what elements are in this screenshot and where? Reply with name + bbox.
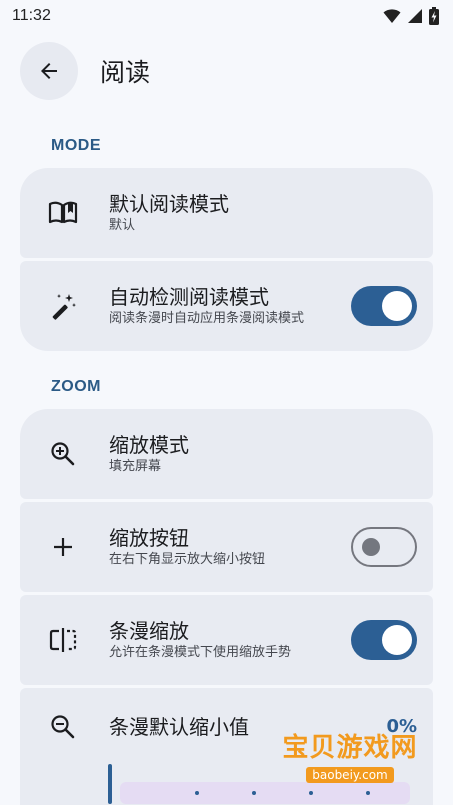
- back-button[interactable]: [20, 42, 78, 100]
- setting-texts: 缩放模式 填充屏幕: [109, 432, 189, 476]
- setting-subtitle: 默认: [109, 218, 136, 233]
- setting-subtitle: 填充屏幕: [109, 459, 162, 474]
- plus-icon: [46, 530, 80, 564]
- setting-subtitle: 在右下角显示放大缩小按钮: [109, 552, 266, 567]
- setting-title: 缩放模式: [109, 433, 189, 457]
- slider-tick: [195, 791, 199, 795]
- slider-tick: [252, 791, 256, 795]
- setting-texts: 默认阅读模式 默认: [109, 191, 229, 235]
- setting-title: 条漫缩放: [109, 619, 189, 643]
- zoom-buttons-toggle[interactable]: [351, 527, 417, 567]
- wifi-icon: [383, 9, 401, 23]
- webtoon-zoom-toggle[interactable]: [351, 620, 417, 660]
- setting-zoom-buttons[interactable]: 缩放按钮 在右下角显示放大缩小按钮: [20, 502, 433, 592]
- split-view-icon: [46, 623, 80, 657]
- setting-texts: 自动检测阅读模式 阅读条漫时自动应用条漫阅读模式: [109, 284, 304, 328]
- setting-title: 自动检测阅读模式: [109, 285, 269, 309]
- setting-title: 条漫默认缩小值: [109, 715, 249, 739]
- book-open-icon: [46, 196, 80, 230]
- toggle-knob: [382, 291, 412, 321]
- status-bar: 11:32: [0, 0, 453, 32]
- signal-icon: [408, 9, 422, 23]
- zoom-out-icon: [46, 710, 80, 744]
- zoom-slider[interactable]: [108, 764, 433, 804]
- arrow-back-icon: [41, 63, 57, 79]
- toggle-knob: [382, 625, 412, 655]
- auto-detect-toggle[interactable]: [351, 286, 417, 326]
- setting-default-reading-mode[interactable]: 默认阅读模式 默认: [20, 168, 433, 258]
- setting-texts: 缩放按钮 在右下角显示放大缩小按钮: [109, 525, 265, 569]
- magic-wand-icon: [46, 289, 80, 323]
- zoom-in-icon: [46, 437, 80, 471]
- section-header-zoom: ZOOM: [51, 378, 101, 395]
- setting-title: 默认阅读模式: [109, 192, 229, 216]
- page-title: 阅读: [100, 58, 151, 87]
- setting-texts: 条漫缩放 允许在条漫模式下使用缩放手势: [109, 618, 291, 662]
- slider-tick: [309, 791, 313, 795]
- setting-webtoon-min-zoom[interactable]: 条漫默认缩小值 0%: [20, 688, 433, 805]
- status-icons: [383, 7, 439, 25]
- setting-title: 缩放按钮: [109, 526, 189, 550]
- section-header-mode: MODE: [51, 137, 101, 154]
- setting-texts: 条漫默认缩小值: [109, 714, 249, 740]
- slider-handle[interactable]: [108, 764, 112, 804]
- setting-auto-detect-reading-mode[interactable]: 自动检测阅读模式 阅读条漫时自动应用条漫阅读模式: [20, 261, 433, 351]
- setting-webtoon-zoom[interactable]: 条漫缩放 允许在条漫模式下使用缩放手势: [20, 595, 433, 685]
- zoom-value: 0%: [386, 716, 417, 737]
- status-time: 11:32: [12, 7, 51, 24]
- app-bar: 阅读: [20, 42, 150, 100]
- setting-subtitle: 允许在条漫模式下使用缩放手势: [109, 645, 292, 660]
- slider-tick: [366, 791, 370, 795]
- toggle-knob: [362, 538, 380, 556]
- battery-icon: [429, 7, 439, 25]
- setting-subtitle: 阅读条漫时自动应用条漫阅读模式: [109, 311, 305, 326]
- setting-zoom-mode[interactable]: 缩放模式 填充屏幕: [20, 409, 433, 499]
